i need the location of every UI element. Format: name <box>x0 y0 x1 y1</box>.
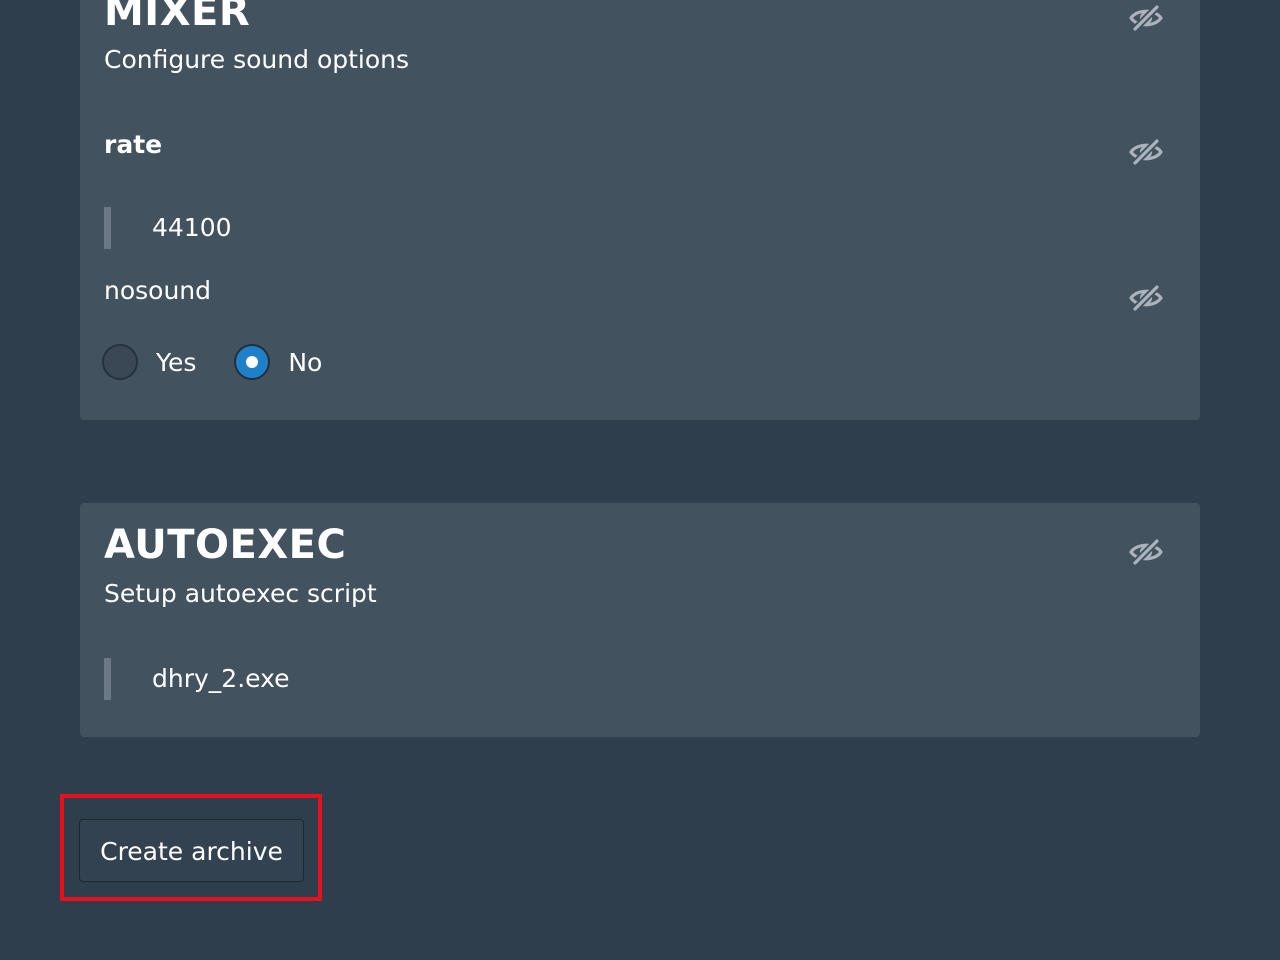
radio-button-no[interactable] <box>234 344 271 380</box>
radio-option-no[interactable]: No <box>234 344 322 380</box>
create-archive-button[interactable]: Create archive <box>79 819 304 882</box>
rate-value-field[interactable]: 44100 <box>104 207 1144 249</box>
section-subtitle: Setup autoexec script <box>104 579 377 608</box>
eye-slash-icon[interactable] <box>1128 538 1164 566</box>
section-title: AUTOEXEC <box>104 522 347 568</box>
option-name-rate: rate <box>104 130 163 159</box>
radio-label: No <box>288 347 323 377</box>
mixer-section: MIXER Configure sound options rate 44100… <box>80 0 1200 420</box>
autoexec-section: AUTOEXEC Setup autoexec script dhry_2.ex… <box>80 503 1200 737</box>
section-title: MIXER <box>104 0 251 35</box>
radio-option-yes[interactable]: Yes <box>102 344 196 380</box>
eye-slash-icon[interactable] <box>1128 138 1164 166</box>
radio-label: Yes <box>156 347 197 377</box>
section-subtitle: Configure sound options <box>104 45 410 74</box>
option-name-nosound: nosound <box>104 276 212 305</box>
autoexec-script-field[interactable]: dhry_2.exe <box>104 658 1144 700</box>
nosound-radio-group: Yes No <box>102 343 360 381</box>
eye-slash-icon[interactable] <box>1128 4 1164 32</box>
radio-button-yes[interactable] <box>102 344 138 380</box>
eye-slash-icon[interactable] <box>1128 284 1164 312</box>
